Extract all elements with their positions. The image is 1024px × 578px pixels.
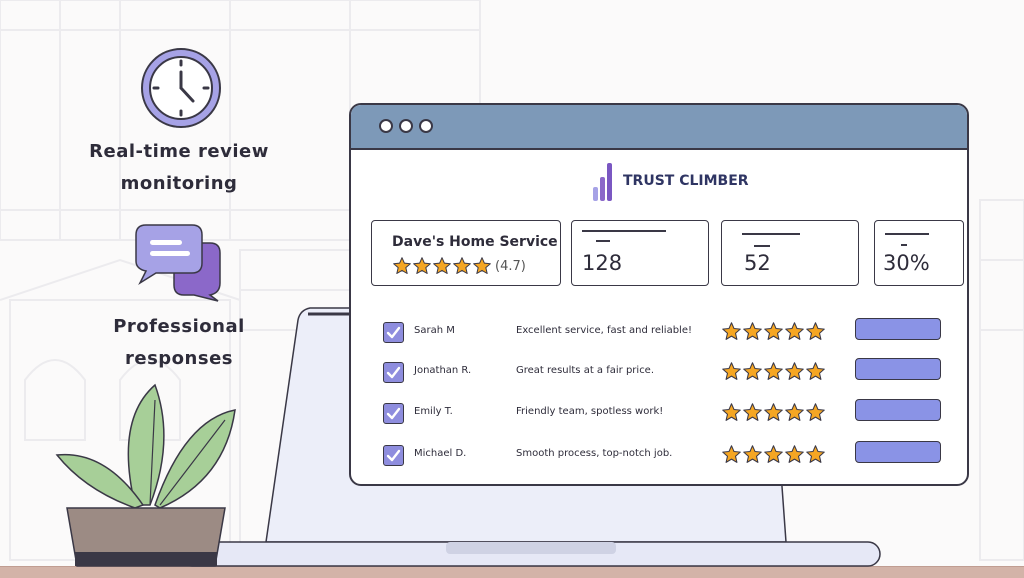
bar-logo-icon xyxy=(593,163,612,201)
review-action-button[interactable] xyxy=(855,358,941,380)
star-icon xyxy=(743,445,762,463)
business-name: Dave's Home Service xyxy=(392,234,558,250)
reviewer-name: Emily T. xyxy=(414,406,453,417)
feature-title-responses: Professional responses xyxy=(79,311,279,375)
brand-logo: TRUST CLIMBER xyxy=(591,160,749,202)
feature-title-line: Professional xyxy=(113,316,245,337)
star-icon xyxy=(764,445,783,463)
review-row: Jonathan R. Great results at a fair price… xyxy=(383,358,943,386)
star-icon xyxy=(764,362,783,380)
star-icon xyxy=(764,322,783,340)
chat-bubbles-icon xyxy=(135,224,221,302)
business-stars xyxy=(392,256,492,276)
star-icon xyxy=(764,403,783,421)
review-text: Smooth process, top-notch job. xyxy=(516,448,673,459)
review-checkbox[interactable] xyxy=(383,362,404,383)
review-stars xyxy=(721,444,826,465)
star-icon xyxy=(743,322,762,340)
star-icon xyxy=(413,257,431,274)
review-checkbox[interactable] xyxy=(383,403,404,424)
feature-title-line: responses xyxy=(125,348,233,369)
star-icon xyxy=(743,403,762,421)
feature-title-monitoring: Real-time review monitoring xyxy=(79,136,279,200)
star-icon xyxy=(722,362,741,380)
stat-value: 52 xyxy=(744,251,771,275)
feature-title-line: monitoring xyxy=(120,173,238,194)
reviewer-name: Sarah M xyxy=(414,325,455,336)
window-dot[interactable] xyxy=(399,119,413,133)
stat-card: 128 xyxy=(571,220,709,286)
brand-name: TRUST CLIMBER xyxy=(623,173,749,189)
review-row: Emily T. Friendly team, spotless work! xyxy=(383,399,943,427)
clock-icon xyxy=(141,48,221,128)
star-icon xyxy=(393,257,411,274)
business-rating: (4.7) xyxy=(392,256,526,276)
review-action-button[interactable] xyxy=(855,318,941,340)
review-stars xyxy=(721,361,826,382)
feature-title-line: Real-time review xyxy=(89,141,269,162)
reviewer-name: Michael D. xyxy=(414,448,467,459)
review-text: Excellent service, fast and reliable! xyxy=(516,325,693,336)
star-icon xyxy=(785,403,804,421)
review-checkbox[interactable] xyxy=(383,322,404,343)
stat-value: 128 xyxy=(582,251,623,275)
checkmark-icon xyxy=(386,407,401,420)
window-dot[interactable] xyxy=(419,119,433,133)
star-icon xyxy=(785,445,804,463)
review-checkbox[interactable] xyxy=(383,445,404,466)
checkmark-icon xyxy=(386,326,401,339)
window-dot[interactable] xyxy=(379,119,393,133)
stat-card: 52 xyxy=(721,220,859,286)
star-icon xyxy=(785,362,804,380)
review-text: Friendly team, spotless work! xyxy=(516,406,664,417)
plant-illustration xyxy=(55,383,236,567)
star-icon xyxy=(453,257,471,274)
star-icon xyxy=(806,403,825,421)
business-card: Dave's Home Service (4.7) xyxy=(371,220,561,286)
review-action-button[interactable] xyxy=(855,399,941,421)
window-titlebar xyxy=(351,105,967,150)
star-icon xyxy=(785,322,804,340)
checkmark-icon xyxy=(386,449,401,462)
star-icon xyxy=(433,257,451,274)
review-stars xyxy=(721,321,826,342)
review-row: Sarah M Excellent service, fast and relia… xyxy=(383,318,943,346)
app-window: TRUST CLIMBER Dave's Home Service (4.7) … xyxy=(349,103,969,486)
star-icon xyxy=(722,322,741,340)
review-action-button[interactable] xyxy=(855,441,941,463)
star-icon xyxy=(473,257,491,274)
rating-value: (4.7) xyxy=(495,258,526,274)
reviewer-name: Jonathan R. xyxy=(414,365,472,376)
star-icon xyxy=(722,445,741,463)
stat-card: 30% xyxy=(874,220,964,286)
star-icon xyxy=(806,445,825,463)
star-icon xyxy=(722,403,741,421)
star-icon xyxy=(806,322,825,340)
stat-value: 30% xyxy=(883,251,930,275)
review-text: Great results at a fair price. xyxy=(516,365,655,376)
star-icon xyxy=(743,362,762,380)
checkmark-icon xyxy=(386,366,401,379)
review-stars xyxy=(721,402,826,423)
star-icon xyxy=(806,362,825,380)
review-row: Michael D. Smooth process, top-notch job. xyxy=(383,441,943,469)
